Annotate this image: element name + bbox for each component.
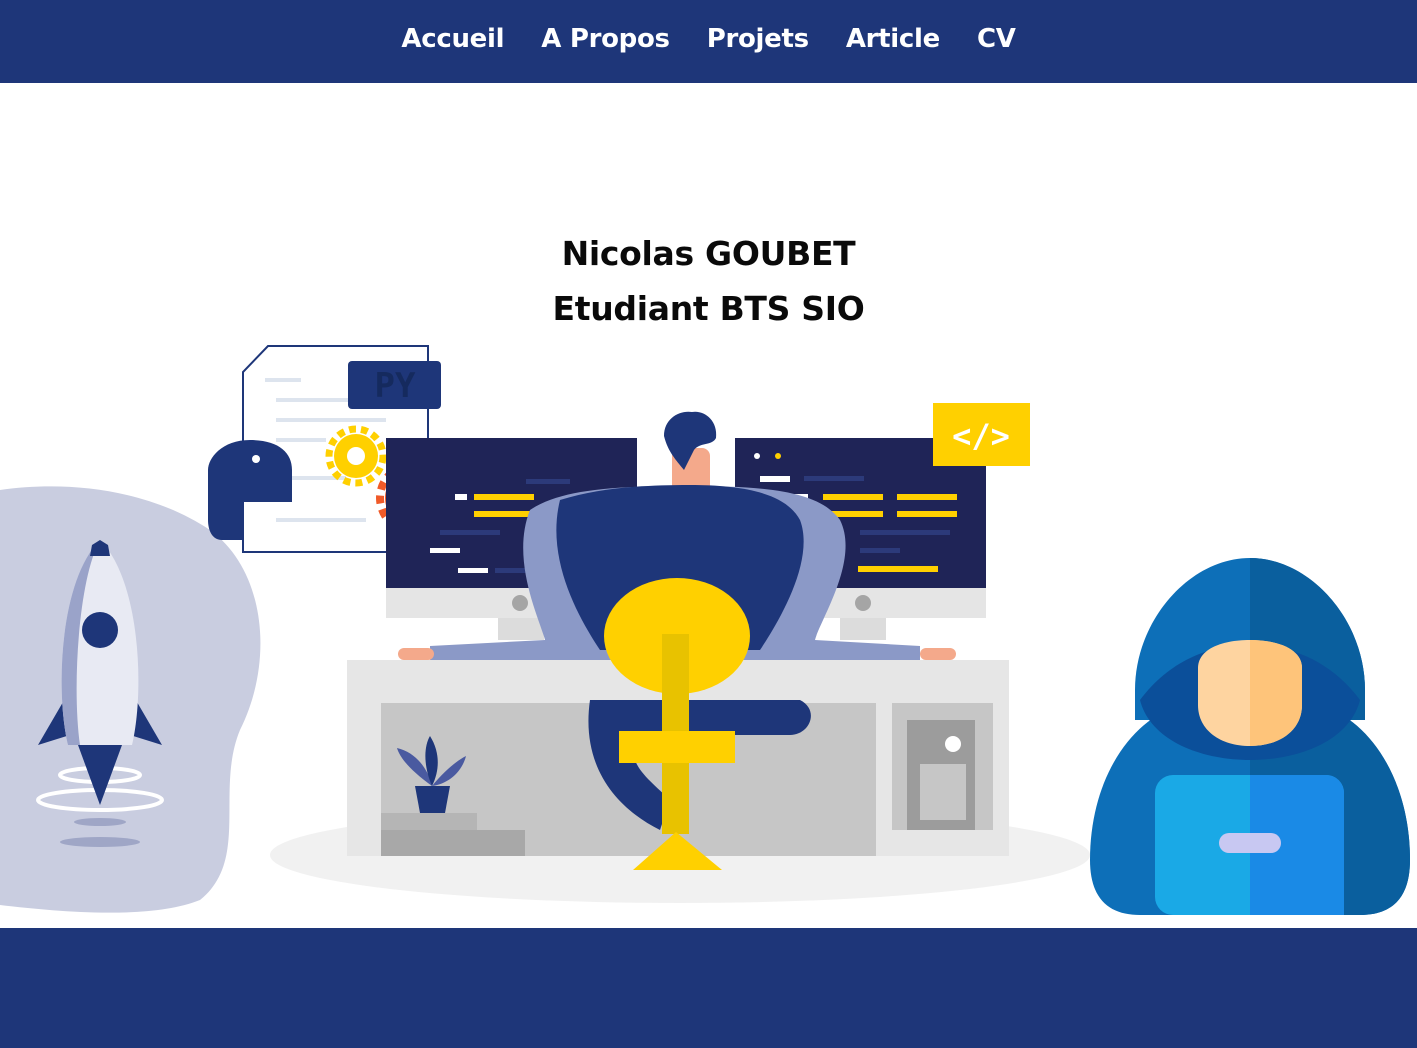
main-navigation: Accueil A Propos Projets Article CV <box>0 0 1417 83</box>
hero-role: Etudiant BTS SIO <box>552 289 865 328</box>
code-icon: </> <box>933 403 1030 466</box>
nav-link-projets[interactable]: Projets <box>707 24 809 60</box>
code-badge-text: </> <box>952 417 1010 455</box>
page-footer <box>0 928 1417 1048</box>
nav-link-cv[interactable]: CV <box>977 24 1016 60</box>
rocket-illustration <box>0 486 261 913</box>
hacker-illustration <box>1090 558 1410 915</box>
nav-link-a-propos[interactable]: A Propos <box>541 24 670 60</box>
file-badge-text: PY <box>375 366 416 406</box>
nav-link-accueil[interactable]: Accueil <box>401 24 504 60</box>
developer-illustration: PY </> <box>0 345 1410 915</box>
hero-name: Nicolas GOUBET <box>561 234 856 273</box>
nav-link-article[interactable]: Article <box>846 24 940 60</box>
